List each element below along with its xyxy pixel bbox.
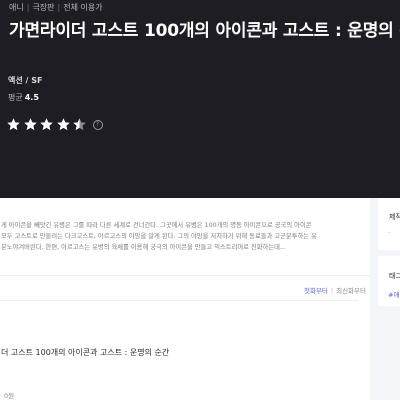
rating-label: 평균 bbox=[8, 93, 23, 102]
rating-summary: 평균 4.5 bbox=[8, 92, 39, 103]
tag-link[interactable]: #애 bbox=[388, 289, 399, 299]
breadcrumb: 애니 | 극장판 | 전체 이용가 bbox=[9, 2, 103, 13]
content-header: 애니 | 극장판 | 전체 이용가 가면라이더 고스트 100개의 아이콘과 고스트 :… bbox=[0, 0, 400, 198]
breadcrumb-item-age: 전체 이용가 bbox=[63, 3, 103, 12]
production-card: 제작 · bbox=[378, 198, 400, 250]
synopsis-line: 분노야겨버린다. 한편, 아르고스는 유병의 육체를 이용해 궁극의 아이콘을 … bbox=[1, 244, 286, 251]
episode-item[interactable]: 더 고스트 100개의 아이콘과 고스트 : 운명의 순간 0원 bbox=[0, 302, 370, 400]
rating-value: 4.5 bbox=[24, 93, 39, 102]
breadcrumb-separator: | bbox=[57, 3, 61, 12]
episode-title[interactable]: 더 고스트 100개의 아이콘과 고스트 : 운명의 순간 bbox=[1, 347, 169, 358]
tags-card: 태그 #애 bbox=[378, 256, 400, 306]
synopsis-line: 모두 고스트로 만들려는 다크고스트, 아르고스의 야망을 알게 된다. 그의 … bbox=[1, 233, 317, 240]
sort-separator: | bbox=[330, 287, 334, 295]
breadcrumb-item-category[interactable]: 애니 bbox=[9, 2, 24, 13]
star-icon[interactable] bbox=[6, 117, 21, 132]
sort-first-button[interactable]: 첫화부터 bbox=[304, 287, 328, 295]
sort-latest-button[interactable]: 최신화부터 bbox=[336, 287, 366, 295]
breadcrumb-separator: | bbox=[26, 3, 30, 12]
divider bbox=[0, 300, 358, 301]
breadcrumb-item-type[interactable]: 극장판 bbox=[32, 2, 54, 13]
synopsis-line: 게 아이콘을 빼앗긴 유병은 그를 따라 다른 세계로 건너간다. 그곳에서 유… bbox=[1, 222, 312, 229]
star-icon[interactable] bbox=[23, 117, 38, 132]
star-icon[interactable] bbox=[39, 117, 54, 132]
star-rating[interactable]: ? bbox=[6, 117, 103, 132]
production-heading: 제작 bbox=[389, 213, 400, 221]
episode-price: 0원 bbox=[4, 392, 15, 400]
divider bbox=[0, 275, 370, 276]
sort-options: 첫화부터 | 최신화부터 bbox=[304, 285, 366, 295]
genre-label: 액션 / SF bbox=[8, 76, 43, 85]
info-icon[interactable]: ? bbox=[92, 119, 103, 130]
page-title: 가면라이더 고스트 100개의 아이콘과 고스트 : 운명의 순간 bbox=[9, 21, 400, 41]
tags-heading: 태그 bbox=[389, 272, 400, 280]
production-text: · bbox=[388, 229, 391, 237]
star-half-icon[interactable] bbox=[72, 117, 87, 132]
synopsis-text: 게 아이콘을 빼앗긴 유병은 그를 따라 다른 세계로 건너간다. 그곳에서 유… bbox=[0, 220, 368, 253]
star-icon[interactable] bbox=[56, 117, 71, 132]
